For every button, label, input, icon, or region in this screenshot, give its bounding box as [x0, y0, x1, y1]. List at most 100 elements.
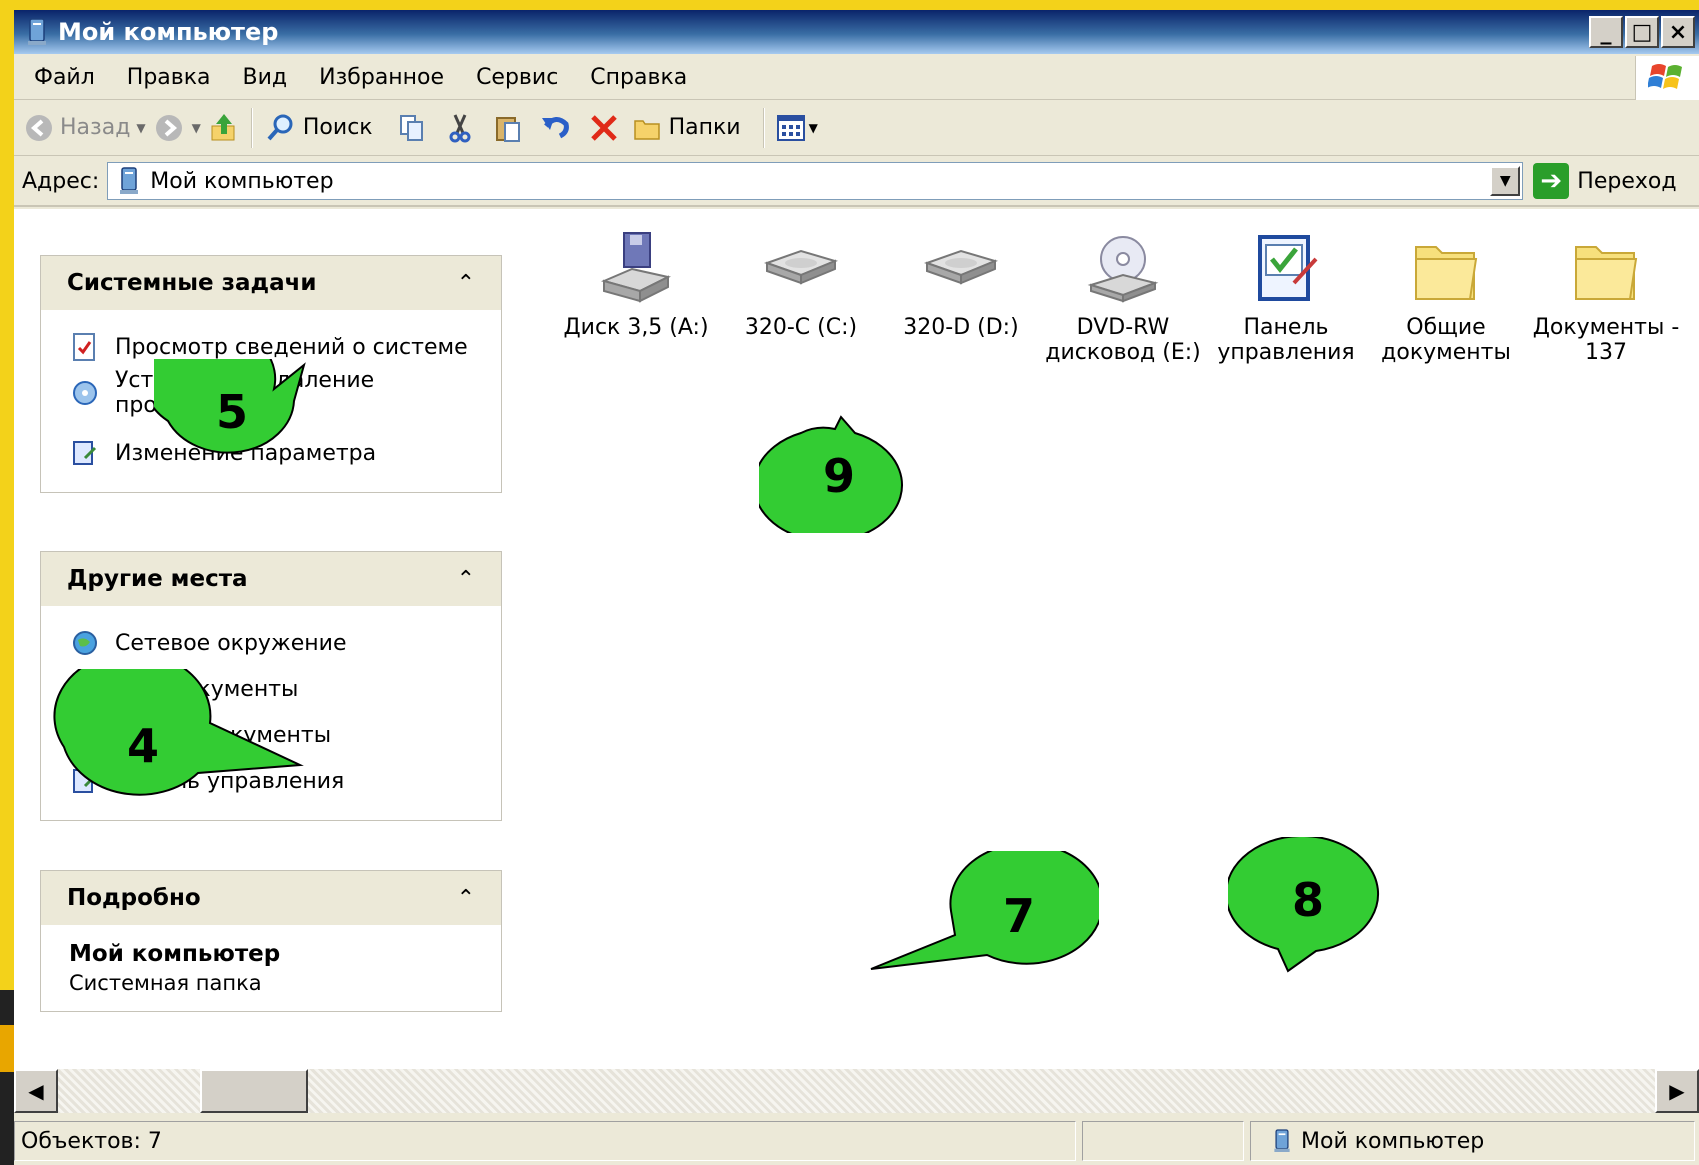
address-dropdown-button[interactable]: ▼ — [1490, 166, 1521, 196]
minimize-button[interactable]: _ — [1589, 16, 1623, 48]
item-label: 320-D (D:) — [903, 315, 1019, 340]
copy-to-button[interactable] — [395, 104, 429, 152]
status-location: Мой компьютер — [1250, 1121, 1695, 1161]
horizontal-scrollbar[interactable]: ◀ ▶ — [14, 1069, 1699, 1113]
add-remove-icon — [69, 377, 101, 409]
floppy-drive-icon — [600, 232, 671, 303]
callout-9: 9 — [753, 413, 919, 543]
status-location-text: Мой компьютер — [1301, 1128, 1485, 1154]
menu-file[interactable]: Файл — [34, 65, 95, 90]
collapse-chevron-icon[interactable]: ⌃ — [457, 271, 475, 296]
forward-button[interactable] — [152, 104, 186, 152]
go-arrow-icon: ➔ — [1533, 163, 1570, 199]
network-globe-icon — [69, 627, 101, 659]
item-shared-documents[interactable]: Общие документы — [1366, 229, 1526, 365]
folders-button[interactable]: Папки — [631, 104, 741, 152]
search-icon — [263, 111, 297, 145]
cut-button[interactable] — [443, 104, 477, 152]
back-label: Назад — [60, 115, 131, 140]
minimize-icon: _ — [1600, 19, 1612, 45]
place-network[interactable]: Сетевое окружение — [69, 620, 481, 666]
scroll-right-button[interactable]: ▶ — [1655, 1069, 1699, 1113]
other-places-title: Другие места — [67, 566, 248, 592]
item-floppy[interactable]: Диск 3,5 (A:) — [556, 229, 716, 340]
back-button[interactable]: Назад — [22, 104, 130, 152]
address-input[interactable]: Мой компьютер ▼ — [107, 162, 1524, 200]
back-dropdown-icon[interactable]: ▼ — [136, 121, 145, 135]
folder-icon — [1575, 246, 1638, 300]
computer-icon — [1274, 1129, 1290, 1152]
item-label: Документы - 137 — [1532, 315, 1680, 365]
computer-icon — [120, 167, 139, 194]
maximize-button[interactable]: □ — [1625, 16, 1659, 48]
windows-logo-icon — [1635, 56, 1699, 100]
up-folder-icon — [207, 111, 241, 145]
forward-dropdown-icon[interactable]: ▼ — [192, 121, 201, 135]
callout-7: 7 — [869, 842, 1104, 981]
item-drive-c[interactable]: 320-C (C:) — [721, 229, 881, 340]
system-tasks-header[interactable]: Системные задачи ⌃ — [41, 256, 501, 310]
details-panel: Подробно ⌃ Мой компьютер Системная папка — [40, 870, 502, 1012]
toolbar: Назад ▼ ▼ Поиск Папки ▼ — [14, 100, 1699, 156]
go-label: Переход — [1577, 168, 1677, 194]
dvd-drive-icon — [1087, 236, 1159, 303]
item-dvd[interactable]: DVD-RW дисковод (E:) — [1043, 229, 1203, 365]
other-places-header[interactable]: Другие места ⌃ — [41, 552, 501, 606]
scroll-thumb[interactable] — [200, 1069, 308, 1113]
search-button[interactable]: Поиск — [263, 104, 373, 152]
details-header[interactable]: Подробно ⌃ — [41, 871, 501, 925]
window-title: Мой компьютер — [58, 18, 279, 46]
item-control-panel[interactable]: Панель управления — [1206, 229, 1366, 365]
item-label: Общие документы — [1381, 315, 1511, 365]
details-item-name: Мой компьютер — [69, 941, 281, 967]
control-panel-small-icon — [69, 437, 101, 469]
explorer-window: Мой компьютер _ □ × Файл Правка Вид Избр… — [14, 10, 1699, 1165]
menu-help[interactable]: Справка — [590, 65, 687, 90]
back-arrow-icon — [22, 111, 56, 145]
scroll-left-arrow-icon: ◀ — [28, 1079, 44, 1103]
address-value: Мой компьютер — [150, 168, 334, 194]
place-label: Сетевое окружение — [115, 630, 347, 656]
item-label: 320-C (C:) — [744, 315, 858, 340]
hard-drive-icon — [763, 249, 839, 285]
folders-icon — [631, 111, 665, 145]
item-label: Диск 3,5 (A:) — [563, 315, 709, 340]
up-folder-button[interactable] — [207, 104, 241, 152]
system-info-icon — [69, 331, 101, 363]
menu-favorites[interactable]: Избранное — [319, 65, 444, 90]
status-count-text: Объектов: 7 — [21, 1128, 162, 1154]
undo-button[interactable] — [539, 104, 573, 152]
slide-background — [0, 0, 14, 1165]
computer-icon — [28, 18, 46, 45]
collapse-chevron-icon[interactable]: ⌃ — [457, 886, 475, 911]
views-dropdown-icon: ▼ — [808, 120, 818, 135]
delete-button[interactable] — [587, 104, 621, 152]
menu-bar: Файл Правка Вид Избранное Сервис Справка — [14, 56, 1699, 100]
menu-edit[interactable]: Правка — [127, 65, 211, 90]
views-grid-icon — [775, 111, 809, 145]
search-label: Поиск — [302, 115, 373, 140]
clipboard-icon — [491, 111, 525, 145]
copy-icon — [395, 111, 429, 145]
collapse-chevron-icon[interactable]: ⌃ — [457, 567, 475, 592]
item-drive-d[interactable]: 320-D (D:) — [881, 229, 1041, 340]
menu-tools[interactable]: Сервис — [476, 65, 558, 90]
go-button[interactable]: ➔ Переход — [1533, 163, 1677, 199]
system-tasks-title: Системные задачи — [67, 270, 317, 296]
item-label: DVD-RW дисковод (E:) — [1045, 315, 1201, 365]
scroll-left-button[interactable]: ◀ — [14, 1069, 58, 1113]
maximize-icon: □ — [1631, 19, 1653, 45]
item-documents-137[interactable]: Документы - 137 — [1526, 229, 1686, 365]
close-button[interactable]: × — [1661, 16, 1695, 48]
paste-button[interactable] — [491, 104, 525, 152]
status-object-count: Объектов: 7 — [14, 1121, 1076, 1161]
toolbar-separator-2 — [762, 107, 765, 148]
menu-view[interactable]: Вид — [243, 65, 288, 90]
toolbar-separator — [250, 107, 253, 148]
control-panel-icon — [1258, 235, 1318, 301]
views-button[interactable]: ▼ — [775, 104, 818, 152]
status-bar: Объектов: 7 Мой компьютер — [14, 1117, 1699, 1165]
forward-arrow-icon — [152, 111, 186, 145]
details-item-type: Системная папка — [69, 971, 262, 995]
title-bar[interactable]: Мой компьютер _ □ × — [14, 10, 1699, 54]
